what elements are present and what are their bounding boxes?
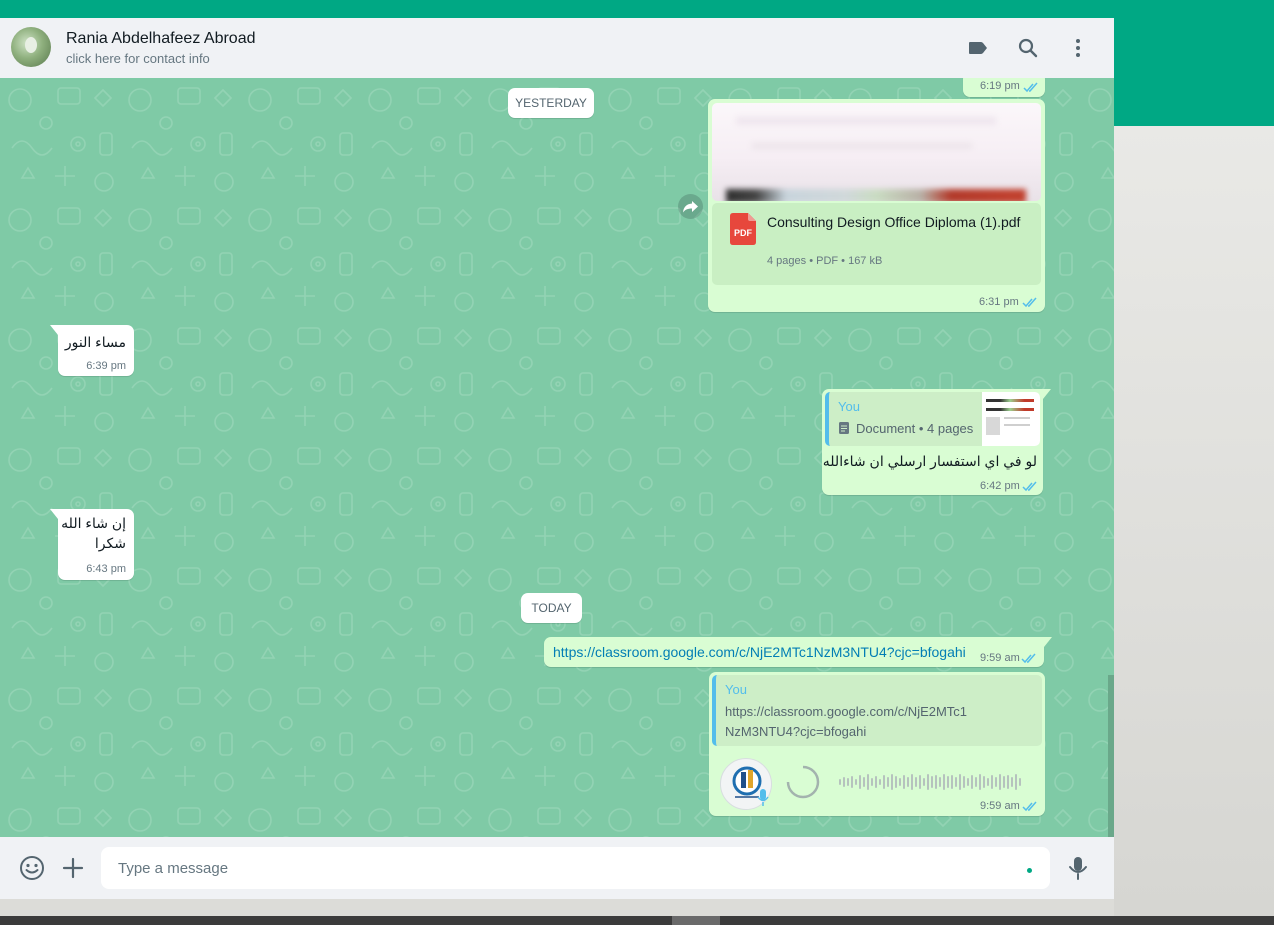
message-time: 6:31 pm (979, 296, 1019, 308)
quoted-text-line-2: NzM3NTU4?cjc=bfogahi (725, 724, 867, 739)
message-link[interactable]: https://classroom.google.com/c/NjE2MTc1N… (553, 644, 966, 660)
contact-subtitle[interactable]: click here for contact info (66, 51, 210, 66)
quoted-author: You (838, 399, 860, 414)
pdf-icon: PDF (730, 213, 756, 245)
microphone-icon (757, 789, 769, 806)
microphone-icon[interactable] (1066, 855, 1090, 881)
label-icon[interactable] (966, 36, 990, 60)
loading-spinner-icon (786, 765, 820, 799)
document-icon (838, 421, 850, 435)
emoji-icon[interactable] (19, 855, 45, 881)
contact-name[interactable]: Rania Abdelhafeez Abroad (66, 30, 255, 48)
double-check-icon (1021, 653, 1036, 664)
forward-icon[interactable] (678, 194, 703, 219)
quoted-message[interactable]: You Document • 4 pages (825, 392, 1040, 446)
quoted-text-line-1: https://classroom.google.com/c/NjE2MTc1 (725, 704, 968, 719)
bubble-tail (50, 509, 58, 519)
quoted-thumbnail (982, 392, 1040, 446)
voice-message[interactable]: You https://classroom.google.com/c/NjE2M… (709, 672, 1045, 816)
pdf-icon-label: PDF (734, 228, 752, 238)
search-icon[interactable] (1016, 36, 1040, 60)
double-check-icon (1022, 481, 1037, 492)
incoming-message[interactable]: مساء النور 6:39 pm (50, 325, 134, 376)
quoted-author: You (725, 682, 747, 697)
reply-message[interactable]: You Document • 4 pages لو في اي استفسار … (822, 389, 1051, 495)
input-status-dot (1027, 868, 1032, 873)
quoted-text: Document • 4 pages (856, 421, 974, 436)
date-separator-yesterday: YESTERDAY (508, 88, 594, 118)
message-time: 9:59 am (980, 652, 1020, 664)
message-list[interactable]: 6:19 pm YESTERDAY PDF Consulting Design … (0, 78, 1114, 837)
bubble-tail (50, 325, 58, 335)
document-preview[interactable] (712, 103, 1041, 201)
right-accent-band (1114, 18, 1274, 126)
whatsapp-conversation: Rania Abdelhafeez Abroad click here for … (0, 18, 1114, 899)
message-time: 6:42 pm (980, 480, 1020, 492)
message-time: 9:59 am (980, 800, 1020, 812)
menu-icon[interactable] (1066, 36, 1090, 60)
document-card[interactable]: PDF Consulting Design Office Diploma (1)… (712, 203, 1041, 285)
window-top-band (0, 0, 1274, 18)
message-text-line-2: شكرا (94, 535, 126, 551)
message-bubble-partial[interactable]: 6:19 pm (963, 78, 1045, 97)
bubble-tail (1043, 389, 1051, 399)
voice-sender-avatar (720, 758, 772, 810)
bubble-tail (1044, 637, 1052, 647)
date-separator-today: TODAY (521, 593, 582, 623)
link-message[interactable]: https://classroom.google.com/c/NjE2MTc1N… (544, 637, 1052, 667)
double-check-icon (1023, 82, 1038, 93)
taskbar-strip (0, 916, 1274, 925)
message-input[interactable] (101, 847, 1050, 889)
message-text-line-1: إن شاء الله (61, 515, 126, 531)
document-file-name[interactable]: Consulting Design Office Diploma (1).pdf (767, 213, 1029, 231)
right-background (1114, 126, 1274, 916)
document-message[interactable]: PDF Consulting Design Office Diploma (1)… (708, 99, 1045, 312)
quoted-message[interactable]: You https://classroom.google.com/c/NjE2M… (712, 675, 1042, 746)
message-composer (0, 837, 1114, 899)
voice-waveform[interactable] (838, 772, 1024, 792)
double-check-icon (1022, 297, 1037, 308)
contact-avatar[interactable] (11, 27, 51, 67)
double-check-icon (1022, 801, 1037, 812)
taskbar-thumb[interactable] (672, 916, 720, 925)
message-time: 6:43 pm (86, 563, 126, 575)
plus-icon[interactable] (61, 856, 85, 880)
chat-scrollbar[interactable] (1108, 675, 1114, 837)
conversation-header[interactable]: Rania Abdelhafeez Abroad click here for … (0, 18, 1114, 78)
message-time: 6:19 pm (980, 80, 1020, 92)
document-meta: 4 pages • PDF • 167 kB (767, 255, 883, 267)
message-text: لو في اي استفسار ارسلي ان شاءالله (822, 453, 1037, 469)
message-text: مساء النور (64, 334, 126, 350)
incoming-message[interactable]: إن شاء الله شكرا 6:43 pm (50, 509, 134, 580)
message-time: 6:39 pm (86, 360, 126, 372)
